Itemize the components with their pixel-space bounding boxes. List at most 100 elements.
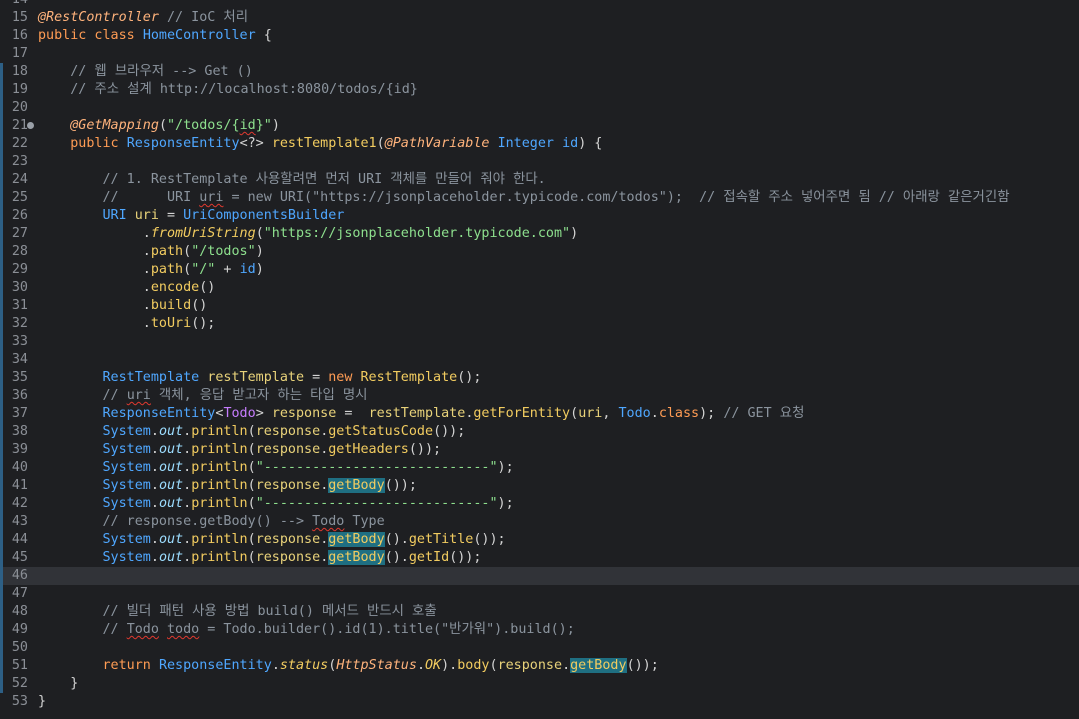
code-line-49[interactable]: 49 // Todo todo = Todo.builder().id(1).t… [0,621,1079,639]
token-text: { [255,28,272,43]
code-text: System.out.println("--------------------… [38,495,514,513]
code-line-17[interactable]: 17 [0,45,1079,63]
code-line-16[interactable]: 16 public class HomeController { [0,27,1079,45]
token-text: (). [384,532,409,547]
token-keyword: return [102,658,159,673]
token-text: () [199,280,216,295]
token-type: id [562,136,579,151]
code-line-42[interactable]: 42 System.out.println("-----------------… [0,495,1079,513]
code-line-24[interactable]: 24 // 1. RestTemplate 사용할려면 먼저 URI 객체를 만… [0,171,1079,189]
code-text: .path("/" + id) [38,261,264,279]
token-function: println [191,442,248,457]
code-line-30[interactable]: 30 .encode() [0,279,1079,297]
token-string: "/todos/{ [167,118,240,133]
code-text: .build() [38,297,208,315]
token-variable: uri [578,406,603,421]
code-line-52[interactable]: 52 } [0,675,1079,693]
token-text: . [183,442,192,457]
code-line-35[interactable]: 35 RestTemplate restTemplate = new RestT… [0,369,1079,387]
line-number: 18 [11,64,28,79]
code-line-41[interactable]: 41 System.out.println(response.getBody()… [0,477,1079,495]
token-type: ResponseEntity [126,136,240,151]
line-number: 31 [11,298,28,313]
token-text: ()); [626,658,659,673]
token-function: getHeaders [328,442,409,457]
token-text: ( [247,550,256,565]
code-line-40[interactable]: 40 System.out.println("-----------------… [0,459,1079,477]
code-line-20[interactable]: 20 [0,99,1079,117]
token-string: "/" [191,262,216,277]
code-line-22[interactable]: 22 public ResponseEntity<?> restTemplate… [0,135,1079,153]
line-number: 22 [11,136,28,151]
code-line-32[interactable]: 32 .toUri(); [0,315,1079,333]
line-number: 40 [11,460,28,475]
token-type: System [102,478,151,493]
code-line-14[interactable]: 14 [0,0,1079,9]
code-line-21[interactable]: 21 @GetMapping("/todos/{id}") [0,117,1079,135]
line-number: 50 [11,640,28,655]
fold-icon[interactable] [27,122,34,129]
code-text: .toUri(); [38,315,216,333]
code-line-36[interactable]: 36 // uri 객체, 응답 받고자 하는 타입 명시 [0,387,1079,405]
token-text: . [416,658,425,673]
code-line-28[interactable]: 28 .path("/todos") [0,243,1079,261]
line-number: 20 [11,100,28,115]
code-line-34[interactable]: 34 [0,351,1079,369]
code-line-47[interactable]: 47 [0,585,1079,603]
token-string: }" [255,118,272,133]
token-comment: todo [167,622,200,637]
token-keyword: new [328,370,361,385]
code-line-43[interactable]: 43 // response.getBody() --> Todo Type [0,513,1079,531]
code-line-45[interactable]: 45 System.out.println(response.getBody()… [0,549,1079,567]
token-text: ( [183,244,192,259]
token-text: . [150,442,159,457]
token-type: System [102,496,151,511]
token-type: Todo [618,406,651,421]
token-variable: response [497,658,563,673]
code-line-48[interactable]: 48 // 빌더 패턴 사용 방법 build() 메서드 반드시 호출 [0,603,1079,621]
code-line-25[interactable]: 25 // URI uri = new URI("https://jsonpla… [0,189,1079,207]
code-text: // 1. RestTemplate 사용할려면 먼저 URI 객체를 만들어 … [38,171,545,189]
line-number: 45 [11,550,28,565]
code-line-37[interactable]: 37 ResponseEntity<Todo> response = restT… [0,405,1079,423]
code-line-46[interactable]: 46 [0,567,1079,585]
token-function: getBody [570,658,627,673]
code-line-19[interactable]: 19 // 주소 설계 http://localhost:8080/todos/… [0,81,1079,99]
code-line-31[interactable]: 31 .build() [0,297,1079,315]
token-text: ()); [473,532,506,547]
code-line-53[interactable]: 53} [0,693,1079,711]
code-text: System.out.println(response.getHeaders()… [38,441,442,459]
code-line-39[interactable]: 39 System.out.println(response.getHeader… [0,441,1079,459]
code-line-27[interactable]: 27 .fromUriString("https://jsonplacehold… [0,225,1079,243]
token-function: println [191,550,248,565]
code-line-50[interactable]: 50 [0,639,1079,657]
token-function: toUri [150,316,192,331]
code-text: @RestController // IoC 처리 [38,9,248,27]
token-function: getStatusCode [328,424,434,439]
line-number: 14 [0,0,28,9]
token-text: ( [183,262,192,277]
code-text: // 웹 브라우저 --> Get () [38,63,253,81]
token-annotation: @RestController [38,10,159,25]
token-text: . [183,460,192,475]
code-line-38[interactable]: 38 System.out.println(response.getStatus… [0,423,1079,441]
code-line-29[interactable]: 29 .path("/" + id) [0,261,1079,279]
code-editor[interactable]: 1415 @RestController // IoC 처리 16 public cl… [0,0,1079,719]
code-text: return ResponseEntity.status(HttpStatus.… [38,657,659,675]
code-text: System.out.println("--------------------… [38,459,514,477]
token-text: ) [570,226,579,241]
code-line-15[interactable]: 15 @RestController // IoC 처리 [0,9,1079,27]
code-line-44[interactable]: 44 System.out.println(response.getBody()… [0,531,1079,549]
code-line-51[interactable]: 51 return ResponseEntity.status(HttpStat… [0,657,1079,675]
code-line-33[interactable]: 33 [0,333,1079,351]
code-line-26[interactable]: 26 URI uri = UriComponentsBuilder [0,207,1079,225]
token-text: ). [441,658,458,673]
code-line-18[interactable]: 18 // 웹 브라우저 --> Get () [0,63,1079,81]
code-line-23[interactable]: 23 [0,153,1079,171]
